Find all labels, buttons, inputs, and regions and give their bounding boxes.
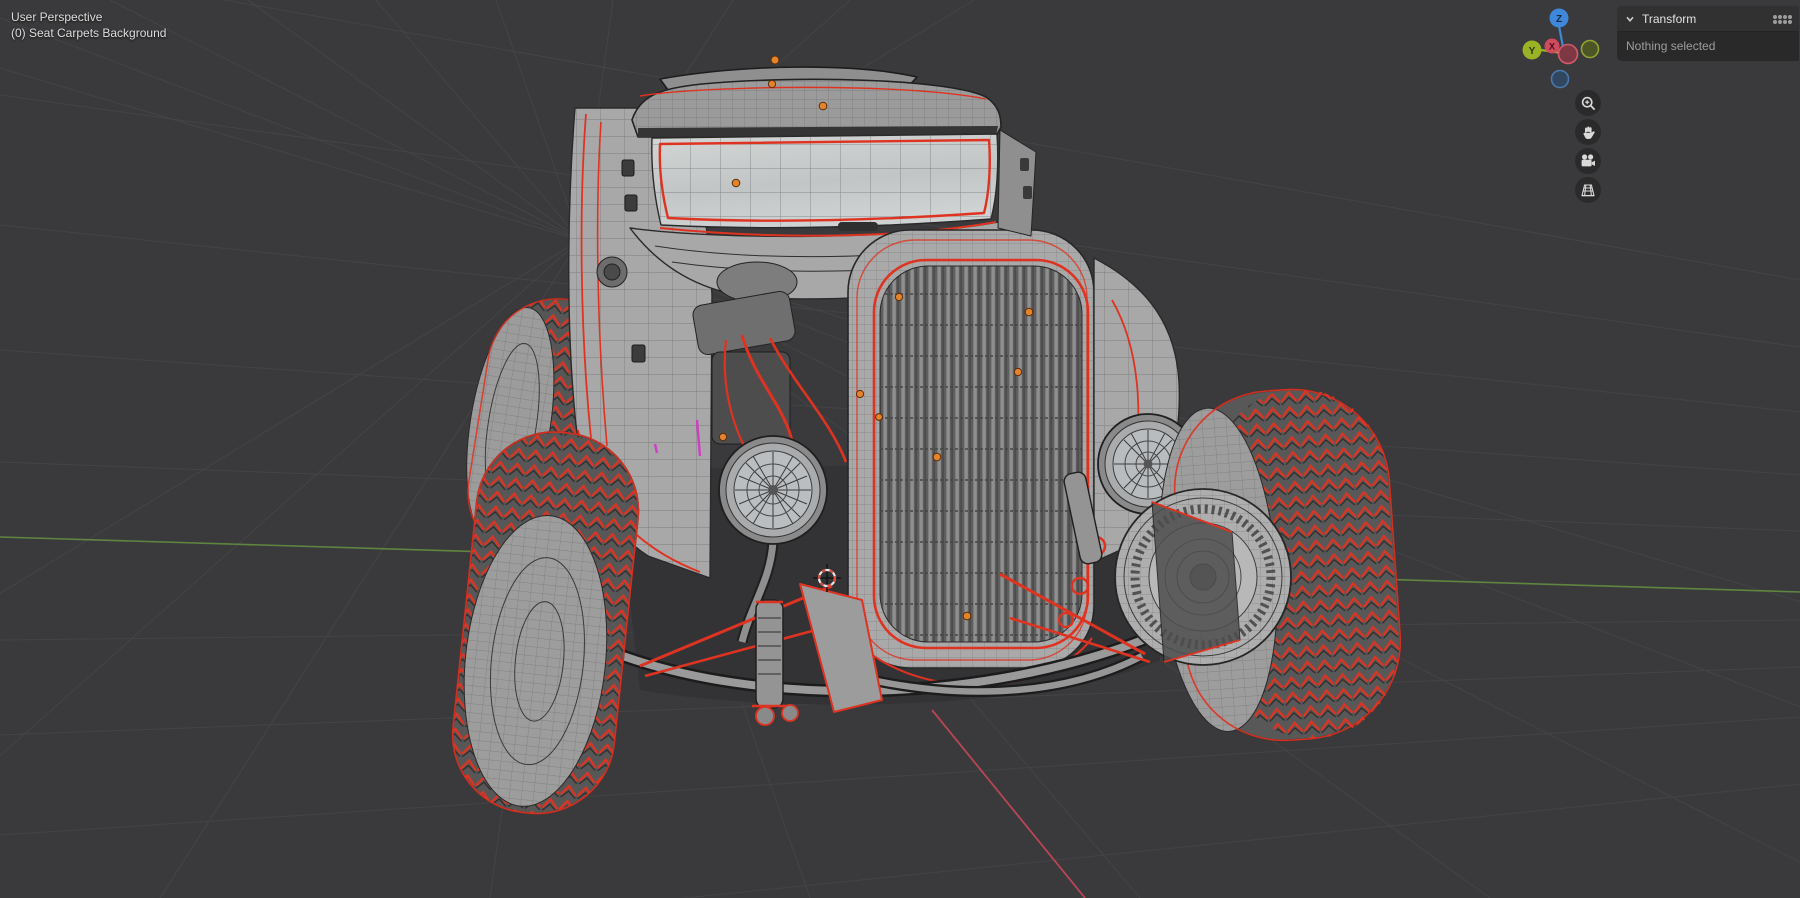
view-perspective-label: User Perspective bbox=[11, 10, 103, 24]
sidebar-transform-panel: Transform Nothing selected bbox=[1617, 6, 1799, 61]
transform-panel-message: Nothing selected bbox=[1626, 39, 1716, 53]
gizmo-y-negative-ball[interactable] bbox=[1580, 39, 1600, 59]
active-collection-label: (0) Seat Carpets Background bbox=[11, 26, 167, 40]
grid-dome-icon bbox=[1581, 184, 1595, 197]
viewport-overlay-text: User Perspective (0) Seat Carpets Backgr… bbox=[11, 9, 166, 41]
blender-3d-viewport[interactable]: User Perspective (0) Seat Carpets Backgr… bbox=[0, 0, 1800, 898]
magnifier-plus-icon bbox=[1581, 96, 1595, 110]
pan-button[interactable] bbox=[1575, 119, 1601, 145]
viewport-canvas[interactable] bbox=[0, 0, 1800, 898]
gizmo-z-negative-ball[interactable] bbox=[1550, 69, 1570, 89]
gizmo-y-label: Y bbox=[1529, 46, 1536, 57]
zoom-button[interactable] bbox=[1575, 90, 1601, 116]
camera-view-button[interactable] bbox=[1575, 148, 1601, 174]
transform-panel-title: Transform bbox=[1642, 11, 1697, 26]
camera-icon bbox=[1581, 154, 1595, 167]
gizmo-x-label: X bbox=[1549, 41, 1555, 51]
drag-dots-icon[interactable] bbox=[1773, 14, 1777, 19]
windshield[interactable] bbox=[651, 133, 999, 229]
gizmo-x-negative-ball[interactable] bbox=[1557, 43, 1579, 65]
orientation-gizmo[interactable]: X Z Y bbox=[1518, 6, 1610, 94]
perspective-toggle-button[interactable] bbox=[1575, 177, 1601, 203]
gizmo-z-label: Z bbox=[1556, 14, 1562, 25]
transform-panel-header[interactable]: Transform bbox=[1617, 6, 1799, 32]
hand-icon bbox=[1582, 126, 1595, 139]
chevron-down-icon[interactable] bbox=[1625, 14, 1635, 24]
